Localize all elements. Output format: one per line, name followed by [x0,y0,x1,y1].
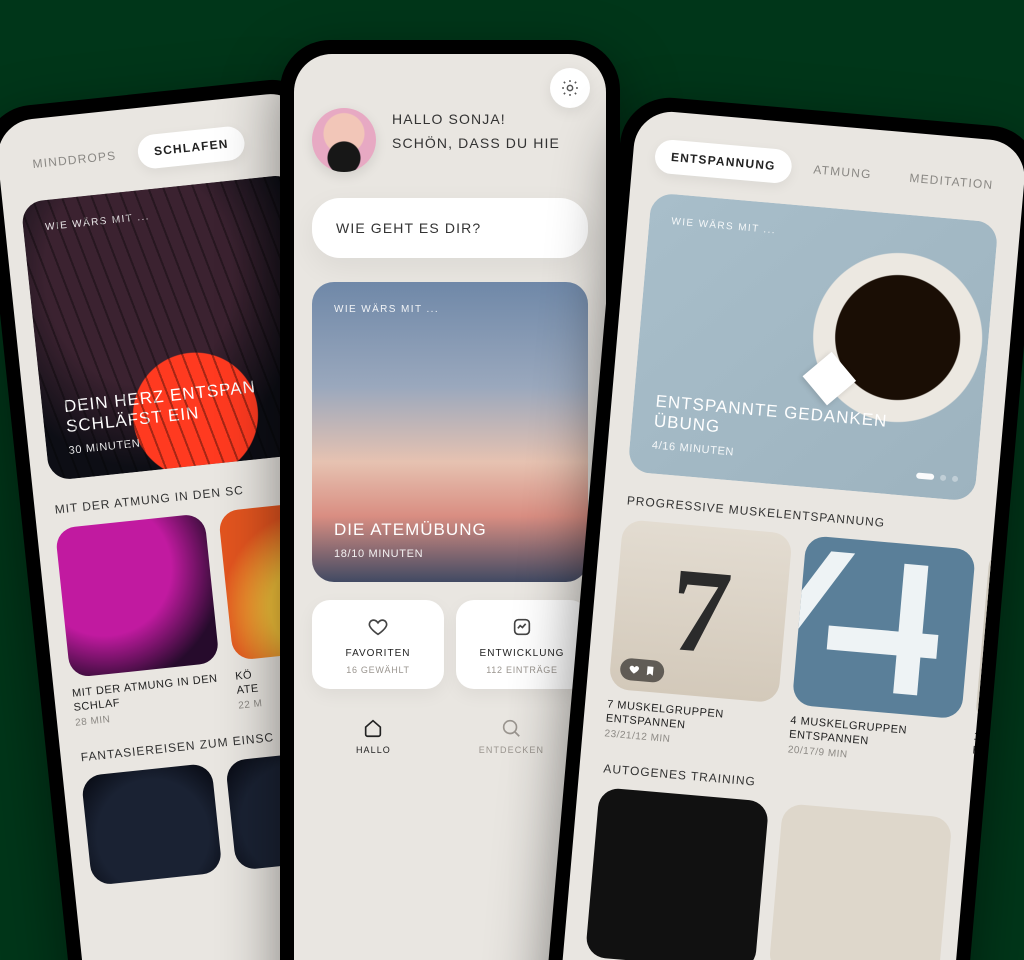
tile-autogenes-1[interactable] [585,787,769,960]
tile-7-groups[interactable]: 7 7 MUSKELGRUPPEN ENTSPANNEN 23/21/12 M [604,519,793,754]
nav-label: HALLO [356,745,391,755]
tab-schlafen[interactable]: SCHLAFEN [136,125,246,170]
hero-kicker: WIE WÄRS MIT ... [45,198,277,233]
tile-4-groups[interactable]: 4 MUSKELGRUPPEN ENTSPANNEN 20/17/9 MIN [787,535,976,770]
home-icon [362,717,384,739]
bottom-nav: HALLO ENTDECKEN [312,707,588,765]
relax-hero-card[interactable]: WIE WÄRS MIT ... ENTSPANNTE GEDANKEN ÜBU… [627,192,998,501]
hero-duration: 18/10 MINUTEN [334,548,487,560]
tile-image: 7 [608,519,792,703]
stat-sub: 16 GEWÄHLT [318,665,438,675]
hero-title-line2: SCHLÄFST EIN [65,393,298,437]
search-icon [500,717,522,739]
stat-progress[interactable]: ENTWICKLUNG 112 EINTRÄGE [456,600,588,689]
avatar[interactable] [312,108,376,172]
gear-icon [560,78,580,98]
stat-label: FAVORITEN [318,648,438,659]
tile-fantasy-1[interactable] [81,763,223,886]
stat-sub: 112 EINTRÄGE [462,665,582,675]
hero-kicker: WIE WÄRS MIT ... [334,304,566,315]
tile-image [975,551,1020,723]
tile-image [768,803,952,960]
hero-duration: 30 MINUTEN [68,421,300,457]
tile-breathing-sleep[interactable]: MIT DER ATMUNG IN DEN SCHLAF 28 MIN [55,513,225,729]
tile-image [585,787,769,960]
pmr-row: 7 7 MUSKELGRUPPEN ENTSPANNEN 23/21/12 M [604,519,970,769]
tile-badges [619,657,665,683]
greeting-line2: SCHÖN, DASS DU HIE [392,132,560,156]
mood-prompt[interactable]: WIE GEHT ES DIR? [312,198,588,258]
tile-image [55,513,220,678]
tab-minddrops[interactable]: MINDDROPS [15,137,134,183]
nav-label: ENTDECKEN [479,745,544,755]
hero-title-line1: DEIN HERZ ENTSPAN [63,373,296,417]
screen-discover: ENTSPANNUNG ATMUNG MEDITATION WIE WÄRS M… [552,109,1024,960]
tab-entspannung[interactable]: ENTSPANNUNG [654,139,793,185]
heart-icon [367,616,389,638]
dot-3 [952,476,959,483]
stat-favorites[interactable]: FAVORITEN 16 GEWÄHLT [312,600,444,689]
greeting-text: HALLO SONJA! SCHÖN, DASS DU HIE [392,108,560,156]
four-glyph [823,558,944,697]
settings-button[interactable] [550,68,590,108]
stats-row: FAVORITEN 16 GEWÄHLT ENTWICKLUNG 112 EIN… [312,600,588,689]
dot-1 [916,472,934,480]
greeting-row: HALLO SONJA! SCHÖN, DASS DU HIE [312,108,588,172]
discover-tabs: ENTSPANNUNG ATMUNG MEDITATION [654,139,1004,203]
heart-icon [628,663,641,676]
tile-image [792,535,976,719]
hero-kicker: WIE WÄRS MIT ... [671,216,975,253]
tile-caption-2: EN [972,744,1003,759]
tab-atmung[interactable]: ATMUNG [796,151,889,193]
screen-home: HALLO SONJA! SCHÖN, DASS DU HIE WIE GEHT… [294,54,606,960]
tab-meditation[interactable]: MEDITATION [892,159,1011,203]
sleep-hero-card[interactable]: WIE WÄRS MIT ... DEIN HERZ ENTSPAN SCHLÄ… [21,174,325,481]
tile-caption: 16 [973,731,1004,746]
nav-hallo[interactable]: HALLO [356,717,391,755]
autogenes-row [585,787,946,960]
tile-autogenes-2[interactable] [768,803,952,960]
bookmark-icon [644,665,657,678]
chart-icon [511,616,533,638]
nav-entdecken[interactable]: ENTDECKEN [479,717,544,755]
dot-2 [940,475,947,482]
tile-16-groups[interactable]: 16 EN [971,551,1020,774]
sleep-tabs: MINDDROPS SCHLAFEN [15,120,293,183]
home-hero-card[interactable]: WIE WÄRS MIT ... DIE ATEMÜBUNG 18/10 MIN… [312,282,588,582]
hero-title: DIE ATEMÜBUNG [334,520,487,540]
stat-label: ENTWICKLUNG [462,648,582,659]
greeting-line1: HALLO SONJA! [392,108,560,132]
